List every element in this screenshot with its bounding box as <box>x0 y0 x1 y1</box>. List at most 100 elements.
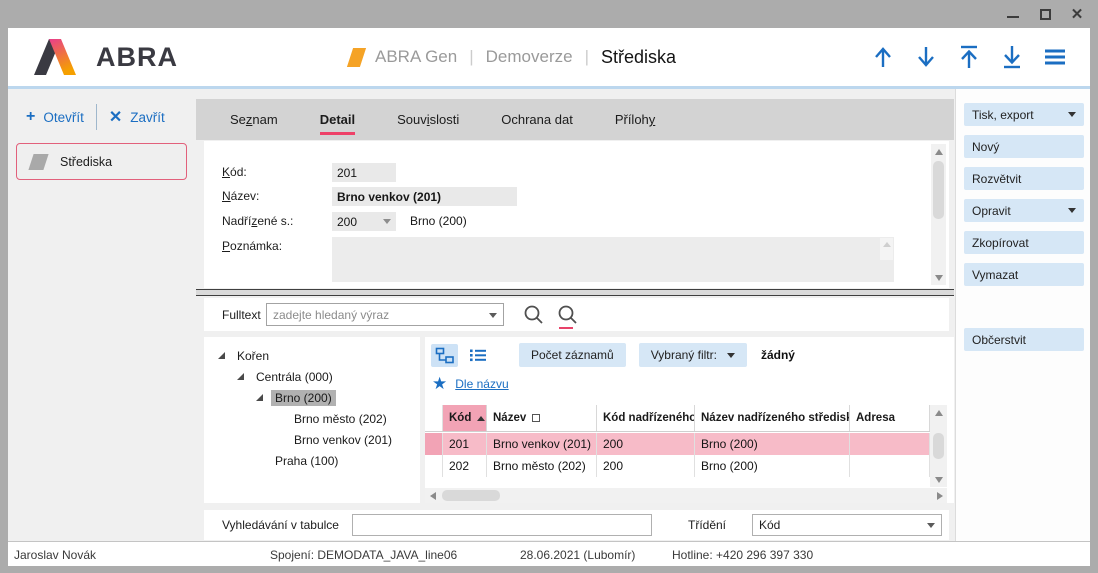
action-button-label: Vymazat <box>972 268 1018 282</box>
table-cell <box>850 455 930 477</box>
table-cell: Brno venkov (201) <box>487 433 597 455</box>
sort-select[interactable]: Kód <box>752 514 942 536</box>
tree-item-label: Brno venkov (201) <box>290 432 396 448</box>
column-header-2[interactable]: Název <box>487 405 597 431</box>
minimize-icon[interactable] <box>1006 7 1020 21</box>
tab-seznam[interactable]: Seznam <box>230 112 278 127</box>
expand-icon[interactable] <box>237 373 244 380</box>
close-x-icon: ✕ <box>109 107 122 127</box>
open-module-label: Otevřít <box>43 110 84 125</box>
module-actions: + Otevřít ✕ Zavřít <box>14 102 177 132</box>
memo-scrollbar[interactable] <box>880 238 893 260</box>
close-module-label: Zavřít <box>130 110 165 125</box>
action-button-opravit[interactable]: Opravit <box>964 199 1084 222</box>
fulltext-input[interactable]: zadejte hledaný výraz <box>266 303 504 326</box>
fulltext-label: Fulltext <box>222 298 261 331</box>
red-underline <box>559 327 573 329</box>
records-table: KódNázevKód nadřízeného...Název nadřízen… <box>425 405 947 503</box>
sort-label: Třídění <box>688 510 726 540</box>
column-header-3[interactable]: Kód nadřízeného... <box>597 405 695 431</box>
search-fulltext-icon[interactable] <box>556 303 580 329</box>
horizontal-splitter[interactable] <box>196 289 954 296</box>
close-icon[interactable]: ✕ <box>1070 7 1084 21</box>
chevron-down-icon[interactable] <box>383 219 391 224</box>
column-header-4[interactable]: Název nadřízeného střediska <box>695 405 850 431</box>
filter-value: žádný <box>761 348 795 362</box>
move-bottom-icon[interactable] <box>999 44 1025 70</box>
action-panel: Tisk, export Nový Rozvětvit Opravit Zkopírov… <box>955 89 1090 541</box>
action-button-label: Nový <box>972 140 999 154</box>
action-button-nový[interactable]: Nový <box>964 135 1084 158</box>
record-count-button[interactable]: Počet záznamů <box>519 343 626 367</box>
tree-item-praha-100[interactable]: Praha (100) <box>204 450 420 471</box>
tree-item-kořen[interactable]: Kořen <box>204 345 420 366</box>
chevron-down-icon[interactable] <box>1068 208 1076 213</box>
table-header: KódNázevKód nadřízeného...Název nadřízen… <box>425 405 930 432</box>
expand-icon[interactable] <box>256 394 263 401</box>
move-top-icon[interactable] <box>956 44 982 70</box>
expand-icon[interactable] <box>218 352 225 359</box>
detail-scrollbar[interactable] <box>931 144 946 285</box>
tree-item-brno-200[interactable]: Brno (200) <box>204 387 420 408</box>
field-label: Kód: <box>222 165 326 179</box>
module-card-label: Střediska <box>60 155 112 169</box>
tree-item-centrála-000[interactable]: Centrála (000) <box>204 366 420 387</box>
table-cell: 200 <box>597 433 695 455</box>
action-button-label: Zkopírovat <box>972 236 1029 250</box>
table-search-input[interactable] <box>352 514 652 536</box>
menu-icon[interactable] <box>1042 44 1068 70</box>
open-module-button[interactable]: + Otevřít <box>14 108 96 126</box>
field-nadrizene[interactable]: 200 <box>332 212 396 231</box>
tree-item-brno-venkov-201[interactable]: Brno venkov (201) <box>204 429 420 450</box>
tab-detail[interactable]: Detail <box>320 112 355 127</box>
tab-ochrana-dat[interactable]: Ochrana dat <box>501 112 573 127</box>
poznamka-textarea[interactable] <box>332 237 894 282</box>
table-cell: Brno město (202) <box>487 455 597 477</box>
record-count-label: Počet záznamů <box>531 348 614 362</box>
tree-item-brno-město-202[interactable]: Brno město (202) <box>204 408 420 429</box>
column-header-5[interactable]: Adresa <box>850 405 930 431</box>
square-icon[interactable] <box>532 414 540 422</box>
action-button-tisk-export[interactable]: Tisk, export <box>964 103 1084 126</box>
list-view-icon[interactable] <box>464 344 491 367</box>
table-row[interactable]: 201Brno venkov (201)200Brno (200) <box>425 433 930 455</box>
abra-logo: ABRA <box>34 39 178 75</box>
module-card-icon <box>28 154 48 170</box>
sort-value: Kód <box>759 518 780 532</box>
table-hscrollbar[interactable] <box>425 488 947 503</box>
tree-view-icon[interactable] <box>431 344 458 367</box>
filter-select-button[interactable]: Vybraný filtr: <box>639 343 747 367</box>
chevron-down-icon[interactable] <box>1068 112 1076 117</box>
module-icon <box>347 48 366 67</box>
row-indicator <box>425 455 443 477</box>
table-cell: Brno (200) <box>695 433 850 455</box>
close-module-button[interactable]: ✕ Zavřít <box>97 107 177 127</box>
favorite-view-link[interactable]: Dle názvu <box>455 377 508 391</box>
action-button-zkopírovat[interactable]: Zkopírovat <box>964 231 1084 254</box>
chevron-down-icon[interactable] <box>489 313 497 318</box>
field-kod[interactable]: 201 <box>332 163 396 182</box>
maximize-icon[interactable] <box>1038 7 1052 21</box>
column-header-1[interactable]: Kód <box>443 405 487 431</box>
action-button-label: Opravit <box>972 204 1011 218</box>
field-nazev[interactable]: Brno venkov (201) <box>332 187 517 206</box>
status-user: Jaroslav Novák <box>14 542 96 567</box>
tree-item-label: Kořen <box>233 348 273 364</box>
filter-label: Vybraný filtr: <box>651 348 717 362</box>
tab-souvislosti[interactable]: Souvislosti <box>397 112 459 127</box>
action-button-label: Rozvětvit <box>972 172 1021 186</box>
action-button-vymazat[interactable]: Vymazat <box>964 263 1084 286</box>
tab-přílohy[interactable]: Přílohy <box>615 112 655 127</box>
sidebar-item-strediska[interactable]: Střediska <box>16 143 187 180</box>
grid-panel: Počet záznamů Vybraný filtr: žádný ★ Dle… <box>425 337 954 503</box>
move-down-icon[interactable] <box>913 44 939 70</box>
table-row[interactable]: 202Brno město (202)200Brno (200) <box>425 455 930 477</box>
star-icon[interactable]: ★ <box>432 374 447 394</box>
search-icon[interactable] <box>522 303 546 329</box>
action-button-občerstvit[interactable]: Občerstvit <box>964 328 1084 351</box>
grid-toolbar: Počet záznamů Vybraný filtr: žádný <box>425 343 795 367</box>
field-label: Nadřízené s.: <box>222 214 326 228</box>
table-vscrollbar[interactable] <box>930 405 947 487</box>
action-button-rozvětvit[interactable]: Rozvětvit <box>964 167 1084 190</box>
move-up-icon[interactable] <box>870 44 896 70</box>
